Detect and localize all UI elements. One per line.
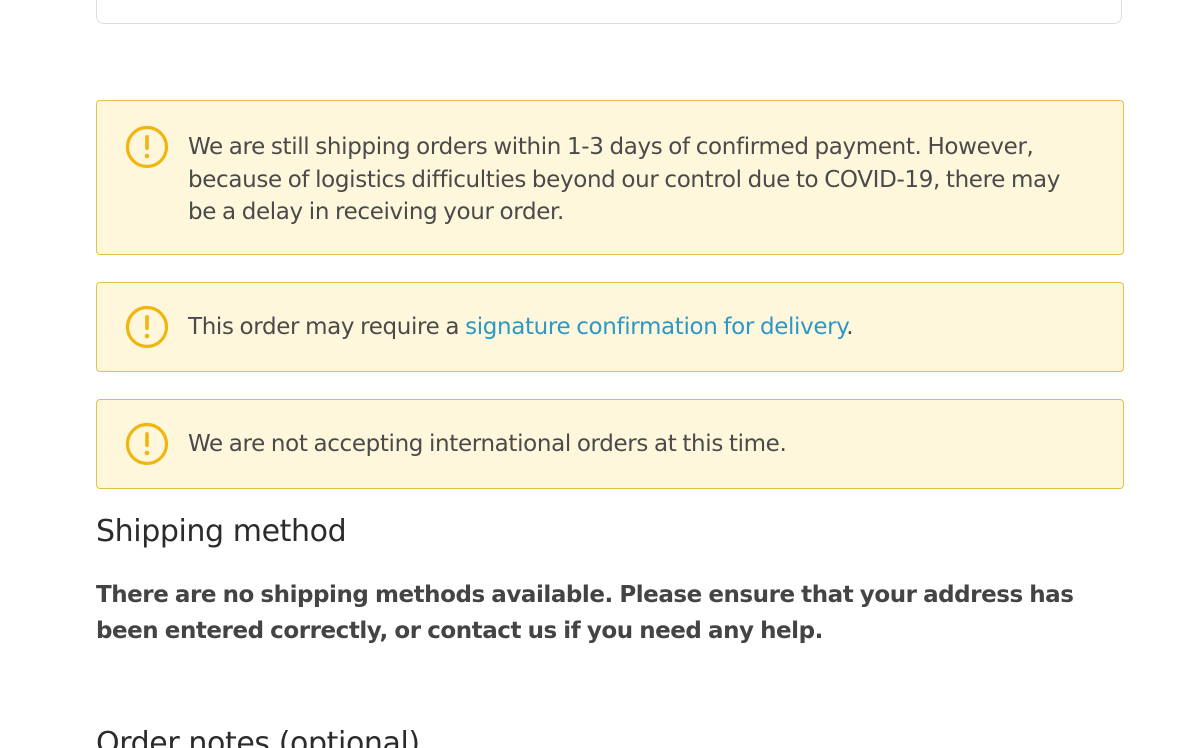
shipping-delay-notice: We are still shipping orders within 1-3 … <box>96 100 1124 255</box>
signature-notice: This order may require a signature confi… <box>96 282 1124 372</box>
exclamation-circle-icon <box>125 422 169 466</box>
no-shipping-methods-message: There are no shipping methods available.… <box>96 582 1074 644</box>
shipping-delay-text: We are still shipping orders within 1-3 … <box>188 134 1061 225</box>
shipping-method-title: Shipping method <box>96 514 347 549</box>
exclamation-circle-icon <box>125 305 169 349</box>
signature-notice-prefix: This order may require a <box>188 314 466 340</box>
signature-notice-text: This order may require a signature confi… <box>188 311 1083 344</box>
signature-confirmation-link[interactable]: signature confirmation for delivery <box>465 314 846 340</box>
international-orders-text: We are not accepting international order… <box>188 431 787 457</box>
previous-section-card <box>96 0 1122 24</box>
international-orders-notice: We are not accepting international order… <box>96 399 1124 489</box>
signature-notice-suffix: . <box>846 314 854 340</box>
exclamation-circle-icon <box>125 125 169 169</box>
order-notes-title: Order notes (optional) <box>96 726 420 748</box>
checkout-page: We are still shipping orders within 1-3 … <box>0 0 1194 748</box>
